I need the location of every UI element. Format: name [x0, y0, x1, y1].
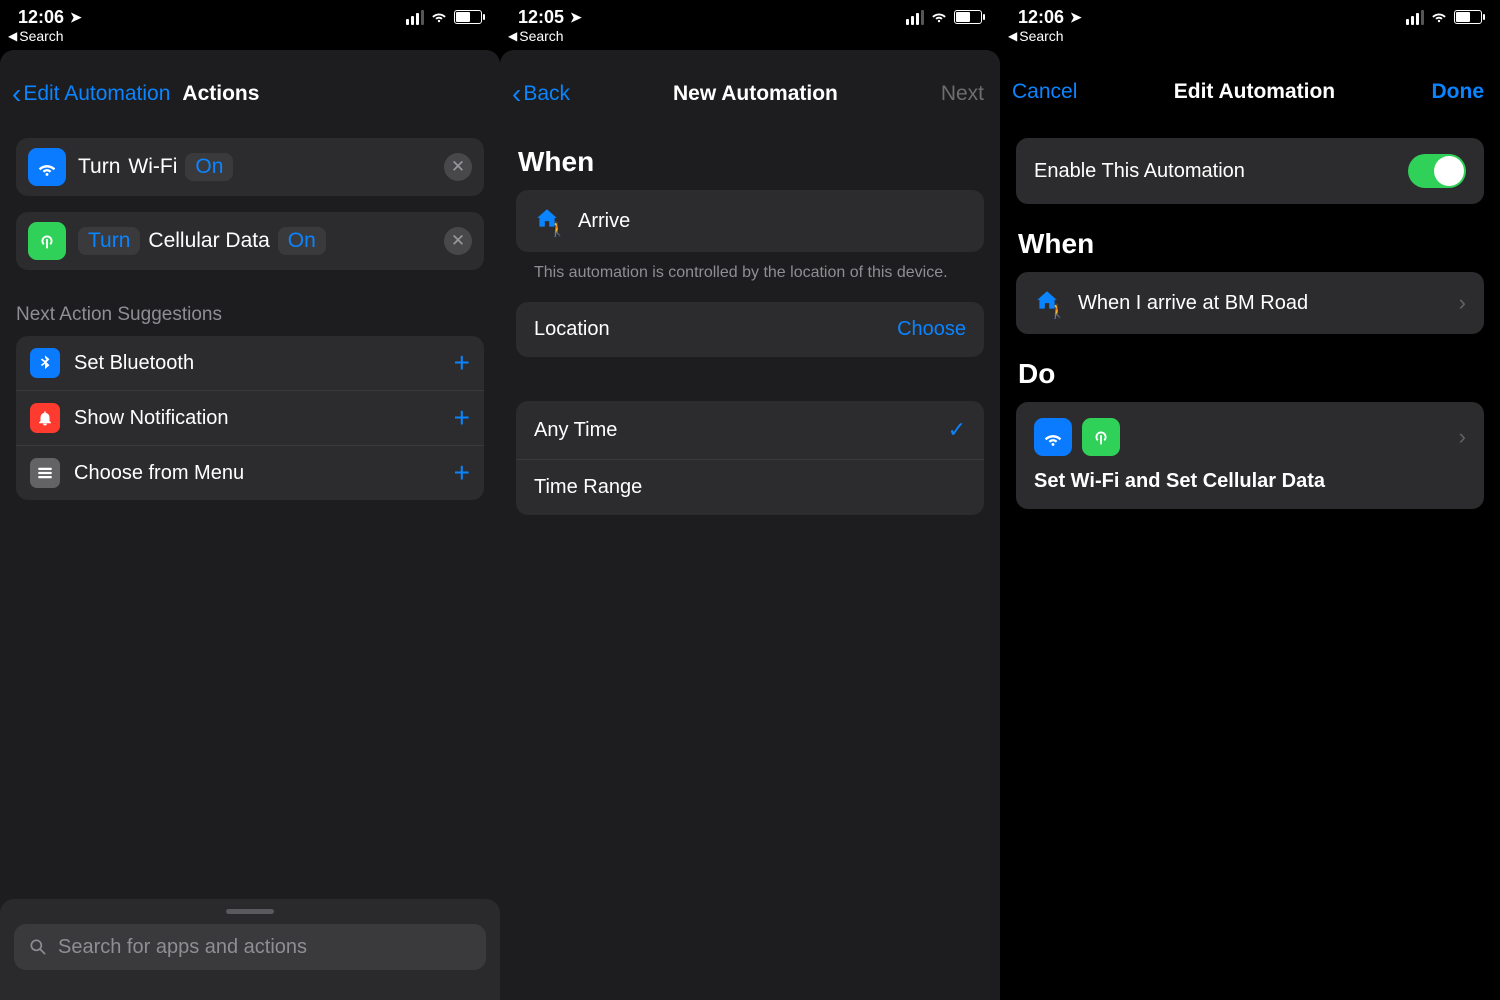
- back-to-app[interactable]: ◀ Search: [1000, 26, 1500, 44]
- status-bar: 12:05 ➤: [500, 0, 1000, 26]
- location-cell[interactable]: Location Choose: [516, 302, 984, 357]
- location-icon: ➤: [1070, 9, 1082, 26]
- suggestions-list: Set Bluetooth + Show Notification + Choo…: [16, 336, 484, 500]
- status-time: 12:05: [518, 7, 564, 28]
- status-bar: 12:06 ➤: [0, 0, 500, 26]
- cellular-signal-icon: [1406, 10, 1424, 25]
- chevron-right-icon: ›: [1459, 290, 1466, 316]
- delete-action-button[interactable]: ✕: [444, 227, 472, 255]
- suggestions-header: Next Action Suggestions: [16, 304, 484, 326]
- cellular-signal-icon: [406, 10, 424, 25]
- location-icon: ➤: [570, 9, 582, 26]
- suggestion-bluetooth[interactable]: Set Bluetooth +: [16, 336, 484, 391]
- status-time: 12:06: [1018, 7, 1064, 28]
- when-header: When: [1018, 228, 1482, 260]
- enable-toggle[interactable]: [1408, 154, 1466, 188]
- arrive-icon: 🚶: [534, 206, 564, 236]
- back-triangle-icon: ◀: [1008, 29, 1017, 43]
- trigger-arrive[interactable]: 🚶 Arrive: [516, 190, 984, 252]
- time-option-any[interactable]: Any Time ✓: [516, 401, 984, 460]
- status-bar: 12:06 ➤: [1000, 0, 1500, 26]
- add-icon: +: [454, 402, 470, 434]
- cellular-icon: [28, 222, 66, 260]
- nav-back[interactable]: ‹ Edit Automation Actions: [12, 80, 259, 108]
- nav-back[interactable]: ‹ Back: [512, 80, 570, 108]
- content-area: When 🚶 Arrive This automation is control…: [500, 122, 1000, 1000]
- nav-title: Actions: [182, 82, 259, 106]
- action-set-wifi[interactable]: Turn Wi-Fi On ✕: [16, 138, 484, 196]
- nav-bar: ‹ Back New Automation Next: [500, 50, 1000, 122]
- battery-icon: [954, 10, 982, 24]
- next-button[interactable]: Next: [941, 82, 984, 106]
- back-triangle-icon: ◀: [8, 29, 17, 43]
- add-icon: +: [454, 347, 470, 379]
- content-area: Turn Wi-Fi On ✕ Turn Cellular Data On ✕ …: [0, 122, 500, 1000]
- do-actions[interactable]: › Set Wi-Fi and Set Cellular Data: [1016, 402, 1484, 509]
- nav-bar: ‹ Edit Automation Actions: [0, 50, 500, 122]
- trigger-footnote: This automation is controlled by the loc…: [516, 252, 984, 284]
- action-set-cellular[interactable]: Turn Cellular Data On ✕: [16, 212, 484, 270]
- wifi-state-pill[interactable]: On: [185, 153, 233, 181]
- nav-title: New Automation: [673, 82, 838, 106]
- grab-handle[interactable]: [226, 909, 274, 914]
- bluetooth-icon: [30, 348, 60, 378]
- suggestion-notification[interactable]: Show Notification +: [16, 391, 484, 446]
- status-time: 12:06: [18, 7, 64, 28]
- search-input[interactable]: Search for apps and actions: [14, 924, 486, 970]
- chevron-left-icon: ‹: [512, 80, 521, 108]
- content-area: Enable This Automation When 🚶 When I arr…: [1000, 118, 1500, 1000]
- delete-action-button[interactable]: ✕: [444, 153, 472, 181]
- battery-icon: [1454, 10, 1482, 24]
- time-option-range[interactable]: Time Range: [516, 460, 984, 515]
- location-icon: ➤: [70, 9, 82, 26]
- wifi-icon: [28, 148, 66, 186]
- arrive-icon: 🚶: [1034, 288, 1064, 318]
- back-to-app[interactable]: ◀ Search: [0, 26, 500, 44]
- bell-icon: [30, 403, 60, 433]
- cellular-icon: [1082, 418, 1120, 456]
- suggestion-menu[interactable]: Choose from Menu +: [16, 446, 484, 500]
- battery-icon: [454, 10, 482, 24]
- enable-automation-cell: Enable This Automation: [1016, 138, 1484, 204]
- cellular-signal-icon: [906, 10, 924, 25]
- when-condition[interactable]: 🚶 When I arrive at BM Road ›: [1016, 272, 1484, 334]
- screen-new-automation: 12:05 ➤ ◀ Search ‹ Back New Automation N…: [500, 0, 1000, 1000]
- screen-edit-automation: 12:06 ➤ ◀ Search Cancel Edit Automation …: [1000, 0, 1500, 1000]
- choose-location-button[interactable]: Choose: [897, 318, 966, 341]
- back-triangle-icon: ◀: [508, 29, 517, 43]
- wifi-icon: [1034, 418, 1072, 456]
- search-tray[interactable]: Search for apps and actions: [0, 899, 500, 1000]
- chevron-left-icon: ‹: [12, 80, 21, 108]
- search-icon: [28, 937, 48, 957]
- checkmark-icon: ✓: [948, 417, 966, 443]
- back-to-app[interactable]: ◀ Search: [500, 26, 1000, 44]
- menu-icon: [30, 458, 60, 488]
- do-header: Do: [1018, 358, 1482, 390]
- when-header: When: [518, 146, 982, 178]
- nav-title: Edit Automation: [1174, 80, 1335, 104]
- cancel-button[interactable]: Cancel: [1012, 80, 1077, 104]
- nav-bar: Cancel Edit Automation Done: [1000, 50, 1500, 118]
- screen-actions: 12:06 ➤ ◀ Search ‹ Edit Automation Actio…: [0, 0, 500, 1000]
- add-icon: +: [454, 457, 470, 489]
- chevron-right-icon: ›: [1459, 424, 1466, 450]
- done-button[interactable]: Done: [1432, 80, 1485, 104]
- cellular-state-pill[interactable]: On: [278, 227, 326, 255]
